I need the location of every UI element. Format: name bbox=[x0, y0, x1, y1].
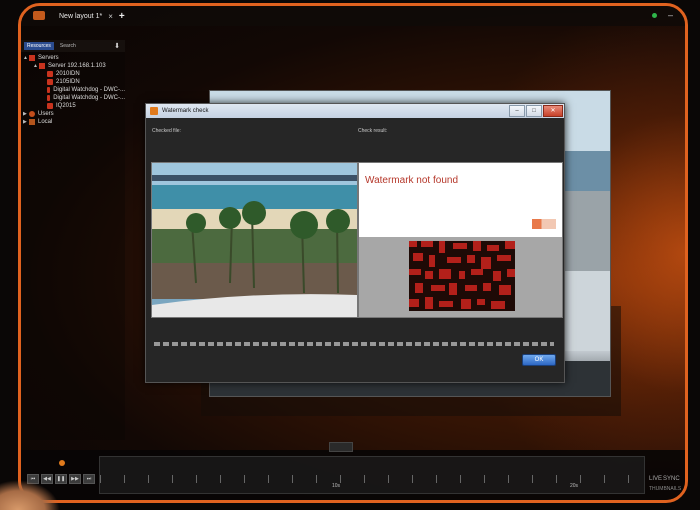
tree-label: Users bbox=[38, 111, 54, 117]
layout-tab-title: New layout 1* bbox=[59, 12, 103, 20]
dialog-title: Watermark check bbox=[162, 108, 209, 114]
brand-logo-icon bbox=[532, 219, 556, 229]
close-tab-icon[interactable]: × bbox=[108, 12, 113, 21]
add-tab-icon[interactable]: + bbox=[119, 11, 125, 22]
timeline-toggle-button[interactable] bbox=[329, 442, 353, 452]
timeline-panel: ⏮ ◀◀ ❚❚ ▶▶ ⏭ 10s 20s LIVE SYNC THUMBNAIL… bbox=[21, 442, 685, 500]
server-icon bbox=[39, 63, 45, 69]
step-forward-button[interactable]: ⏭ bbox=[83, 474, 95, 484]
speed-indicator-icon[interactable] bbox=[59, 460, 65, 466]
checked-file-label: Checked file: bbox=[152, 128, 181, 134]
tree-node-camera[interactable]: Digital Watchdog - DWC-... bbox=[23, 86, 125, 94]
sync-button[interactable]: SYNC bbox=[663, 476, 680, 482]
tree-label: Digital Watchdog - DWC-... bbox=[53, 95, 125, 101]
tree-node-users[interactable]: ▶ Users bbox=[23, 110, 125, 118]
camera-icon bbox=[47, 95, 51, 101]
camera-icon bbox=[47, 79, 53, 85]
connection-status-icon bbox=[652, 13, 657, 18]
timeline-side-controls: LIVE SYNC THUMBNAILS bbox=[647, 456, 681, 492]
timeline-label: 20s bbox=[570, 483, 579, 489]
layout-tab[interactable]: New layout 1* × + bbox=[59, 6, 159, 26]
resource-panel-header: Resources Search ⬇ bbox=[21, 40, 125, 52]
forward-button[interactable]: ▶▶ bbox=[69, 474, 81, 484]
tree-node-camera[interactable]: Digital Watchdog - DWC-... bbox=[23, 94, 125, 102]
dialog-titlebar: Watermark check – □ ✕ bbox=[146, 104, 564, 118]
live-button[interactable]: LIVE bbox=[649, 476, 662, 482]
tree-label: 2010IDN bbox=[56, 71, 80, 77]
minimize-button[interactable]: – bbox=[668, 10, 673, 20]
tree-label: 2105IDN bbox=[56, 79, 80, 85]
thumbnails-button[interactable]: THUMBNAILS bbox=[649, 486, 681, 492]
watermark-pattern-image bbox=[409, 241, 515, 311]
tree-label: Server 192.168.1.103 bbox=[48, 63, 106, 69]
result-message: Watermark not found bbox=[365, 175, 459, 186]
tree-node-camera[interactable]: 2010IDN bbox=[23, 70, 125, 78]
servers-icon bbox=[29, 55, 35, 61]
users-icon bbox=[29, 111, 35, 117]
camera-icon bbox=[47, 103, 53, 109]
tree-node-server[interactable]: ▲ Server 192.168.1.103 bbox=[23, 62, 125, 70]
download-icon[interactable]: ⬇ bbox=[114, 42, 120, 50]
tree-node-local[interactable]: ▶ Local bbox=[23, 118, 125, 126]
tree-node-camera[interactable]: IQ2015 bbox=[23, 102, 125, 110]
tab-bar: New layout 1* × + – bbox=[21, 6, 685, 26]
search-input[interactable]: Search bbox=[60, 43, 114, 49]
checked-file-preview bbox=[151, 162, 358, 318]
hand-photo-overlay bbox=[0, 480, 60, 510]
app-logo-icon[interactable] bbox=[33, 11, 45, 20]
tree-label: Local bbox=[38, 119, 53, 125]
timeline-label: 10s bbox=[332, 483, 341, 489]
timeline-ticks bbox=[100, 475, 644, 483]
tab-resources[interactable]: Resources bbox=[24, 42, 54, 50]
app-icon bbox=[150, 107, 158, 115]
resource-panel: Resources Search ⬇ ▲ Servers ▲ Server 19… bbox=[21, 40, 125, 440]
progress-indicator bbox=[154, 342, 554, 346]
camera-icon bbox=[47, 71, 53, 77]
camera-icon bbox=[47, 87, 51, 93]
timeline-track[interactable]: 10s 20s bbox=[99, 456, 645, 494]
app-window: New layout 1* × + – Resources Search ⬇ ▲… bbox=[18, 3, 688, 503]
ok-button[interactable]: OK bbox=[522, 354, 556, 366]
close-button[interactable]: ✕ bbox=[543, 105, 563, 117]
tree-label: IQ2015 bbox=[56, 103, 76, 109]
check-result-label: Check result: bbox=[358, 128, 388, 134]
tree-node-servers[interactable]: ▲ Servers bbox=[23, 54, 125, 62]
resource-tree: ▲ Servers ▲ Server 192.168.1.103 2010IDN… bbox=[21, 52, 125, 126]
check-result-panel: Watermark not found bbox=[358, 162, 563, 318]
tree-label: Digital Watchdog - DWC-... bbox=[53, 87, 125, 93]
watermark-check-dialog: Watermark check – □ ✕ Checked file: Chec… bbox=[145, 103, 565, 383]
tree-label: Servers bbox=[38, 55, 59, 61]
result-message-area: Watermark not found bbox=[359, 163, 562, 237]
beach-scene-image bbox=[152, 163, 357, 317]
tree-node-camera[interactable]: 2105IDN bbox=[23, 78, 125, 86]
minimize-button[interactable]: – bbox=[509, 105, 525, 117]
local-files-icon bbox=[29, 119, 35, 125]
maximize-button[interactable]: □ bbox=[526, 105, 542, 117]
